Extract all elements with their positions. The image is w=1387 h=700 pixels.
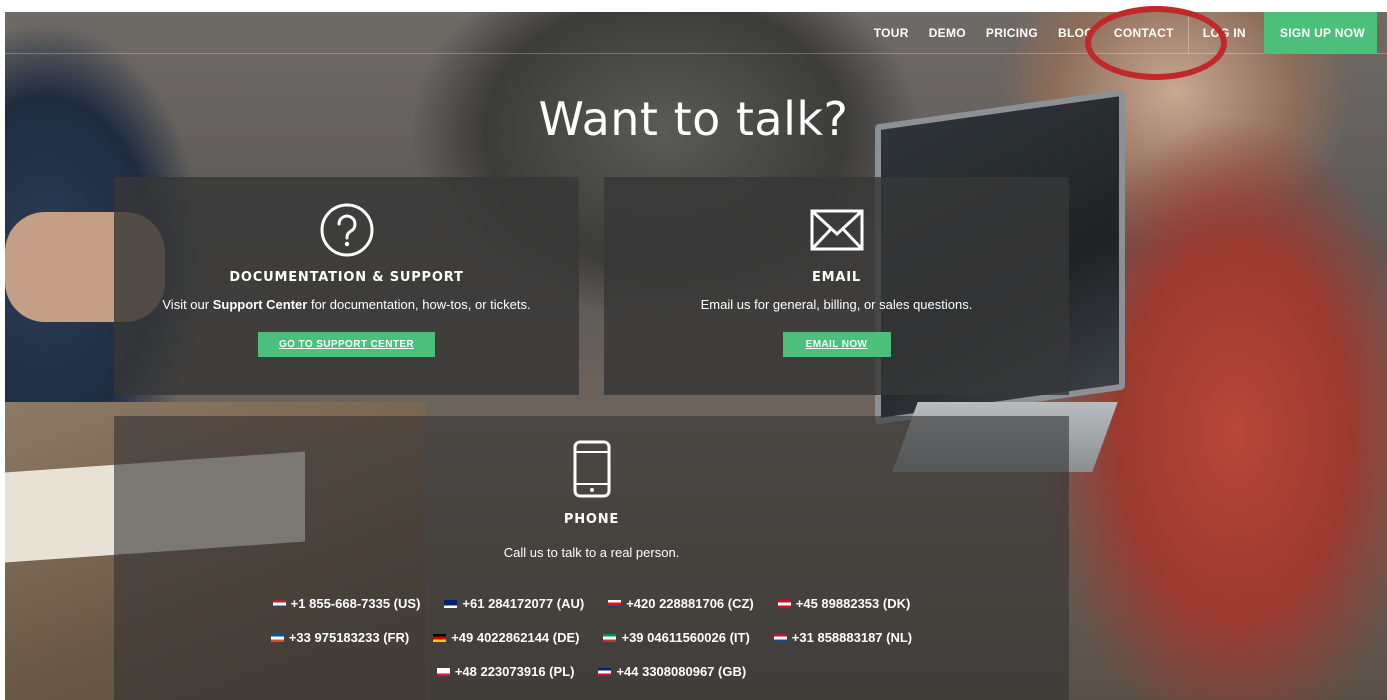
phone-number-text: +45 89882353 (DK) — [795, 596, 911, 611]
phone-row: +1 855-668-7335 (US) +61 284172077 (AU) +4… — [114, 596, 1069, 611]
mobile-phone-icon — [573, 440, 610, 498]
documentation-text: Visit our Support Center for documentati… — [162, 297, 531, 312]
question-icon — [320, 203, 373, 257]
phone-number-text: +33 975183233 (FR) — [288, 630, 410, 645]
country-flag-icon — [773, 633, 787, 642]
annotation-circle — [1085, 6, 1227, 80]
nav-pricing[interactable]: PRICING — [986, 26, 1038, 40]
email-card: EMAIL Email us for general, billing, or … — [604, 177, 1069, 395]
phone-number-item[interactable]: +49 4022862144 (DE) — [433, 630, 579, 645]
country-flag-icon — [777, 599, 791, 608]
phone-number-item[interactable]: +45 89882353 (DK) — [777, 596, 911, 611]
phone-number-item[interactable]: +31 858883187 (NL) — [773, 630, 913, 645]
phone-number-text: +420 228881706 (CZ) — [626, 596, 754, 611]
phone-text: Call us to talk to a real person. — [503, 545, 680, 560]
phone-number-text: +48 223073916 (PL) — [454, 664, 575, 679]
phone-number-item[interactable]: +33 975183233 (FR) — [270, 630, 410, 645]
phone-number-text: +39 04611560026 (IT) — [621, 630, 750, 645]
phone-number-text: +44 3308080967 (GB) — [616, 664, 747, 679]
phone-number-text: +61 284172077 (AU) — [462, 596, 585, 611]
email-text: Email us for general, billing, or sales … — [700, 297, 973, 312]
email-heading: EMAIL — [812, 270, 861, 285]
nav-tour[interactable]: TOUR — [874, 26, 909, 40]
country-flag-icon — [608, 599, 622, 608]
phone-row: +48 223073916 (PL) +44 3308080967 (GB) — [114, 664, 1069, 679]
documentation-heading: DOCUMENTATION & SUPPORT — [229, 270, 464, 285]
phone-number-text: +1 855-668-7335 (US) — [290, 596, 421, 611]
country-flag-icon — [603, 633, 617, 642]
country-flag-icon — [272, 599, 286, 608]
page-title: Want to talk? — [538, 92, 849, 146]
signup-button[interactable]: SIGN UP NOW — [1263, 12, 1377, 54]
country-flag-icon — [436, 667, 450, 676]
country-flag-icon — [444, 599, 458, 608]
phone-number-item[interactable]: +1 855-668-7335 (US) — [272, 596, 421, 611]
country-flag-icon — [598, 667, 612, 676]
phone-number-item[interactable]: +44 3308080967 (GB) — [598, 664, 746, 679]
phone-heading: PHONE — [563, 512, 620, 527]
country-flag-icon — [270, 633, 284, 642]
phone-number-item[interactable]: +420 228881706 (CZ) — [608, 596, 754, 611]
support-center-link: Support Center — [212, 297, 308, 312]
envelope-icon — [810, 209, 863, 251]
phone-number-item[interactable]: +61 284172077 (AU) — [444, 596, 584, 611]
documentation-card: DOCUMENTATION & SUPPORT Visit our Suppor… — [114, 177, 579, 395]
email-now-button[interactable]: EMAIL NOW — [782, 332, 891, 357]
top-nav-bar: TOUR DEMO PRICING BLOG CONTACT LOG IN SI… — [5, 6, 1387, 80]
phone-number-item[interactable]: +48 223073916 (PL) — [436, 664, 575, 679]
phone-row: +33 975183233 (FR) +49 4022862144 (DE) +39… — [114, 630, 1069, 645]
go-to-support-button[interactable]: GO TO SUPPORT CENTER — [258, 332, 435, 357]
country-flag-icon — [433, 633, 447, 642]
nav-demo[interactable]: DEMO — [929, 26, 966, 40]
phone-number-item[interactable]: +39 04611560026 (IT) — [603, 630, 750, 645]
phone-number-text: +49 4022862144 (DE) — [451, 630, 580, 645]
phone-card: PHONE Call us to talk to a real person. … — [114, 416, 1069, 700]
phone-number-text: +31 858883187 (NL) — [791, 630, 913, 645]
phone-number-list: +1 855-668-7335 (US) +61 284172077 (AU) +4… — [114, 596, 1069, 698]
